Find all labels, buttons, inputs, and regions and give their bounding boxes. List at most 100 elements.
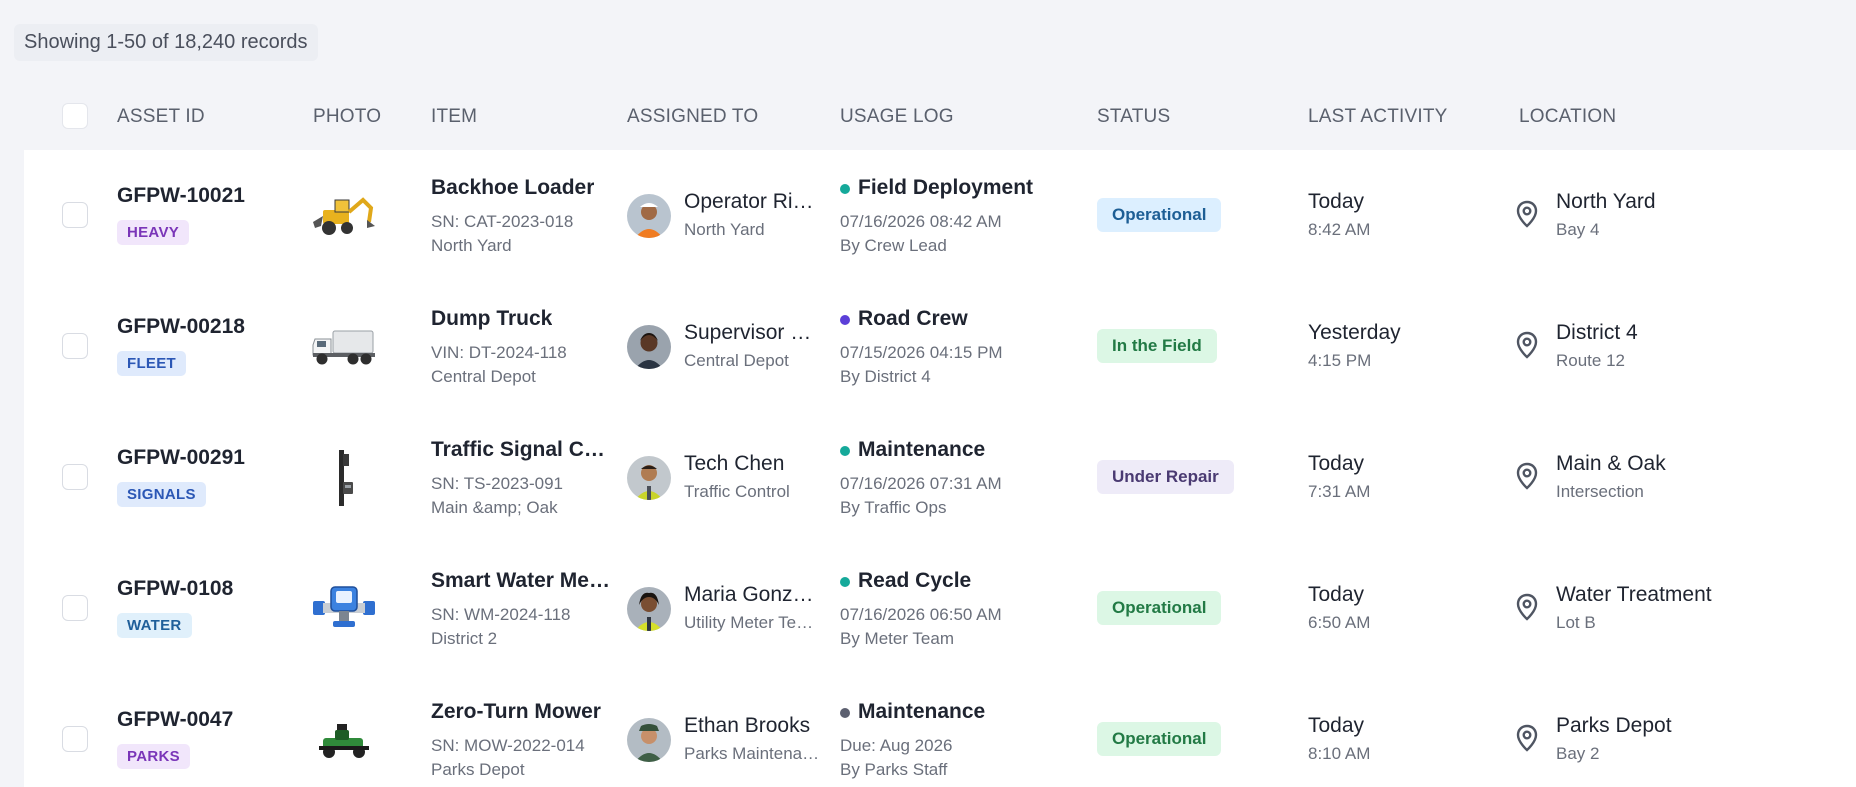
location-detail: Route 12 xyxy=(1556,351,1625,370)
item-depot: Main &amp; Oak xyxy=(431,498,558,517)
item-depot: North Yard xyxy=(431,236,512,255)
item-title[interactable]: Dump Truck xyxy=(431,307,552,331)
log-author: By Parks Staff xyxy=(840,760,948,779)
select-all-checkbox[interactable] xyxy=(62,103,88,129)
location-name: District 4 xyxy=(1556,321,1638,344)
item-depot: District 2 xyxy=(431,629,498,648)
assignee-name[interactable]: Ethan Brooks xyxy=(684,714,810,738)
status-badge: Operational xyxy=(1097,198,1222,232)
asset-id[interactable]: GFPW-10021 xyxy=(117,184,245,208)
zero-turn-mower-icon xyxy=(309,710,379,768)
item-title[interactable]: Smart Water Meter xyxy=(431,569,611,593)
table-row[interactable]: GFPW-10021 HEAVY Backhoe Loader SN: CAT-… xyxy=(24,150,1856,281)
item-title[interactable]: Traffic Signal Controller xyxy=(431,438,611,462)
asset-table: GFPW-10021 HEAVY Backhoe Loader SN: CAT-… xyxy=(24,150,1856,787)
category-tag: PARKS xyxy=(117,744,190,769)
log-timestamp: Due: Aug 2026 xyxy=(840,736,953,755)
last-activity-time: 8:10 AM xyxy=(1308,744,1371,763)
last-activity-day: Today xyxy=(1308,190,1365,213)
location-pin-icon xyxy=(1516,593,1538,621)
log-status-dot xyxy=(840,446,850,456)
table-row[interactable]: GFPW-0047 PARKS Zero-Turn Mower SN: MOW-… xyxy=(24,674,1856,787)
asset-id[interactable]: GFPW-0108 xyxy=(117,577,233,601)
location-pin-icon xyxy=(1516,724,1538,752)
column-header-item[interactable]: ITEM xyxy=(431,106,477,128)
location-detail: Bay 4 xyxy=(1556,220,1600,239)
item-depot: Parks Depot xyxy=(431,760,525,779)
last-activity-time: 8:42 AM xyxy=(1308,220,1371,239)
location-detail: Bay 2 xyxy=(1556,744,1600,763)
item-serial: VIN: DT-2024-118 xyxy=(431,343,567,362)
row-checkbox[interactable] xyxy=(62,726,88,752)
table-header: ASSET ID PHOTO ITEM ASSIGNED TO USAGE LO… xyxy=(24,96,1856,150)
log-timestamp: 07/15/2026 04:15 PM xyxy=(840,343,1003,362)
category-tag: SIGNALS xyxy=(117,482,206,507)
log-status-dot xyxy=(840,708,850,718)
location-detail: Lot B xyxy=(1556,613,1596,632)
row-checkbox[interactable] xyxy=(62,595,88,621)
item-serial: SN: MOW-2022-014 xyxy=(431,736,585,755)
location-name: Main & Oak xyxy=(1556,452,1666,475)
log-author: By Meter Team xyxy=(840,629,955,648)
item-serial: SN: WM-2024-118 xyxy=(431,605,571,624)
last-activity-time: 4:15 PM xyxy=(1308,351,1372,370)
asset-id[interactable]: GFPW-00291 xyxy=(117,446,245,470)
column-header-last-activity[interactable]: LAST ACTIVITY xyxy=(1308,106,1448,128)
item-title[interactable]: Zero-Turn Mower xyxy=(431,700,601,724)
table-row[interactable]: GFPW-0108 WATER Smart Water Meter SN: WM… xyxy=(24,543,1856,674)
last-activity-time: 7:31 AM xyxy=(1308,482,1371,501)
category-tag: HEAVY xyxy=(117,220,190,245)
log-author: By Crew Lead xyxy=(840,236,947,255)
location-detail: Intersection xyxy=(1556,482,1644,501)
assignee-name[interactable]: Operator Rivera xyxy=(684,190,820,214)
assignee-location: North Yard xyxy=(684,220,765,239)
assignee-name[interactable]: Tech Chen xyxy=(684,452,784,476)
item-serial: SN: TS-2023-091 xyxy=(431,474,563,493)
row-checkbox[interactable] xyxy=(62,202,88,228)
column-header-assigned-to[interactable]: ASSIGNED TO xyxy=(627,106,758,128)
assignee-name[interactable]: Maria Gonzalez xyxy=(684,583,820,607)
status-badge: In the Field xyxy=(1097,329,1217,363)
last-activity-day: Today xyxy=(1308,714,1365,737)
log-title: Maintenance xyxy=(858,438,986,461)
log-timestamp: 07/16/2026 06:50 AM xyxy=(840,605,1002,624)
assignee-location: Central Depot xyxy=(684,351,789,370)
log-title: Field Deployment xyxy=(858,176,1034,199)
location-name: Water Treatment xyxy=(1556,583,1712,606)
last-activity-day: Yesterday xyxy=(1308,321,1401,344)
column-header-usage-log[interactable]: USAGE LOG xyxy=(840,106,954,128)
assignee-name[interactable]: Supervisor Johnson xyxy=(684,321,820,345)
column-header-asset-id[interactable]: ASSET ID xyxy=(117,106,205,128)
log-title: Read Cycle xyxy=(858,569,972,592)
table-row[interactable]: GFPW-00218 FLEET Dump Truck VIN: DT-2024… xyxy=(24,281,1856,412)
log-status-dot xyxy=(840,315,850,325)
location-name: North Yard xyxy=(1556,190,1656,213)
item-serial: SN: CAT-2023-018 xyxy=(431,212,574,231)
water-meter-icon xyxy=(309,579,379,637)
column-header-status[interactable]: STATUS xyxy=(1097,106,1170,128)
column-header-location[interactable]: LOCATION xyxy=(1519,106,1616,128)
log-timestamp: 07/16/2026 07:31 AM xyxy=(840,474,1002,493)
backhoe-loader-icon xyxy=(309,186,379,244)
row-checkbox[interactable] xyxy=(62,333,88,359)
dump-truck-icon xyxy=(309,317,379,375)
category-tag: FLEET xyxy=(117,351,186,376)
table-row[interactable]: GFPW-00291 SIGNALS Traffic Signal Contro… xyxy=(24,412,1856,543)
traffic-signal-icon xyxy=(309,448,379,506)
assignee-location: Parks Maintenance xyxy=(684,744,820,763)
log-timestamp: 07/16/2026 08:42 AM xyxy=(840,212,1002,231)
item-title[interactable]: Backhoe Loader xyxy=(431,176,594,200)
status-badge: Operational xyxy=(1097,722,1222,756)
last-activity-time: 6:50 AM xyxy=(1308,613,1371,632)
location-pin-icon xyxy=(1516,200,1538,228)
assignee-location: Traffic Control xyxy=(684,482,790,501)
records-count: Showing 1-50 of 18,240 records xyxy=(14,24,318,61)
log-author: By District 4 xyxy=(840,367,931,386)
location-name: Parks Depot xyxy=(1556,714,1672,737)
log-title: Road Crew xyxy=(858,307,968,330)
asset-id[interactable]: GFPW-0047 xyxy=(117,708,233,732)
asset-id[interactable]: GFPW-00218 xyxy=(117,315,245,339)
avatar xyxy=(627,325,671,369)
row-checkbox[interactable] xyxy=(62,464,88,490)
assignee-location: Utility Meter Technician xyxy=(684,613,820,632)
